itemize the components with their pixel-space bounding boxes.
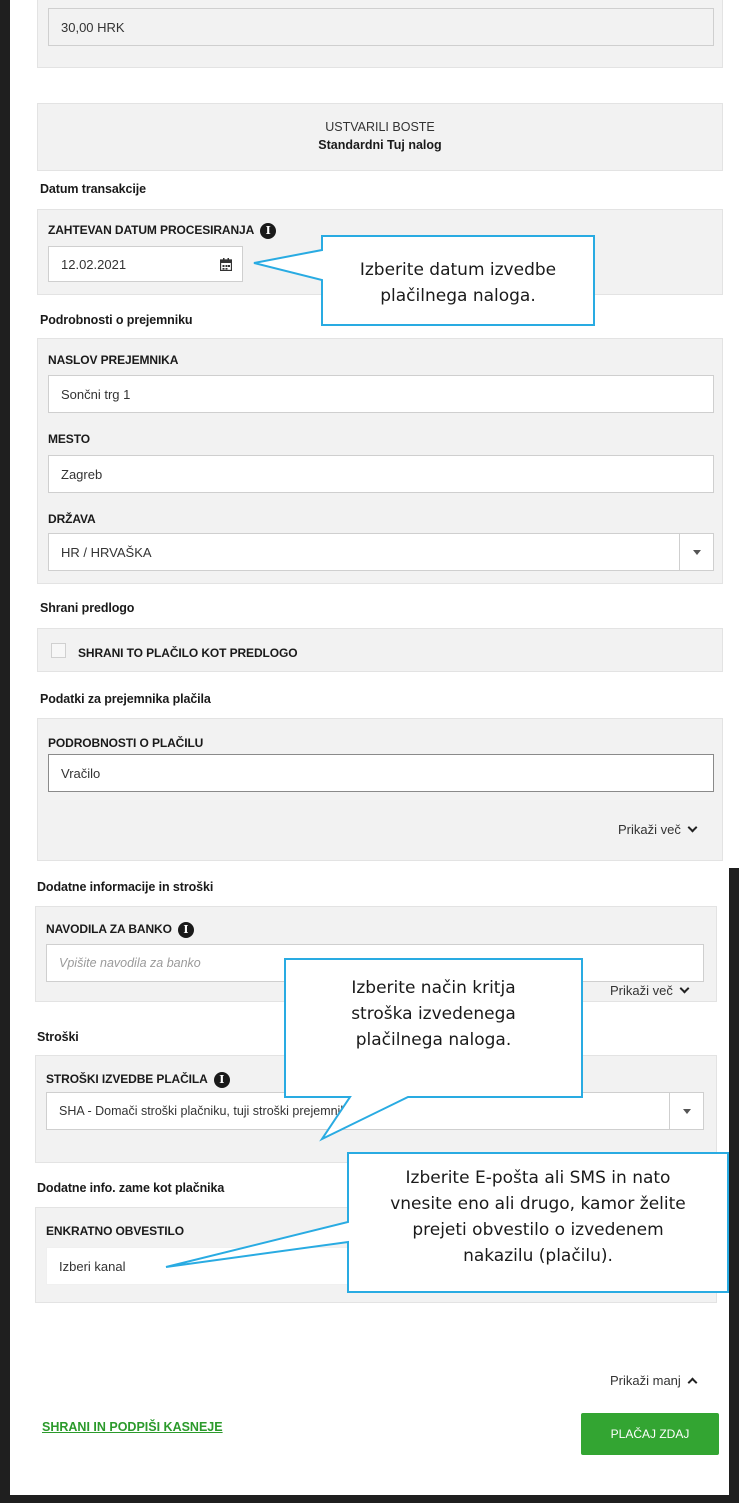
amount-value: 30,00 HRK (61, 19, 125, 35)
transaction-date-heading: Datum transakcije (40, 182, 146, 196)
callout-notify-line2: vnesite eno ali drugo, kamor želite (390, 1194, 686, 1214)
callout-notify-text: Izberite E-pošta ali SMS in nato vnesite… (350, 1165, 726, 1269)
costs-label: STROŠKI IZVEDBE PLAČILA i (46, 1072, 230, 1088)
additional-info-heading: Dodatne informacije in stroški (37, 880, 214, 894)
processing-date-label-text: ZAHTEVAN DATUM PROCESIRANJA (48, 223, 255, 238)
costs-label-text: STROŠKI IZVEDBE PLAČILA (46, 1072, 208, 1087)
recipient-city-label: MESTO (48, 432, 90, 446)
callout-notify-line3: prejeti obvestilo o izvedenem (412, 1220, 664, 1240)
chevron-up-icon (687, 1377, 698, 1387)
pay-now-button[interactable]: PLAČAJ ZDAJ (581, 1413, 719, 1455)
processing-date-input[interactable]: 12.02.2021 (48, 246, 243, 282)
info-icon[interactable]: i (177, 922, 194, 938)
summary-line2: Standardni Tuj nalog (318, 138, 442, 152)
calendar-icon[interactable] (220, 258, 232, 271)
amount-field[interactable]: 30,00 HRK (48, 8, 714, 46)
payee-data-heading: Podatki za prejemnika plačila (40, 692, 211, 706)
callout-costs-line2: stroška izvedenega (351, 1004, 516, 1024)
chevron-down-icon[interactable] (669, 1093, 703, 1129)
chevron-down-icon[interactable] (679, 534, 713, 570)
recipient-address-value: Sončni trg 1 (61, 386, 131, 402)
callout-costs-line3: plačilnega naloga. (355, 1030, 512, 1050)
recipient-city-value: Zagreb (61, 466, 103, 482)
processing-date-label: ZAHTEVAN DATUM PROCESIRANJA i (48, 223, 277, 239)
bank-instructions-placeholder: Vpišite navodila za banko (59, 956, 201, 970)
payment-details-input[interactable]: Vračilo (48, 754, 714, 792)
show-more-link-2[interactable]: Prikaži več (610, 983, 690, 998)
callout-date-line1: Izberite datum izvedbe (359, 260, 557, 280)
show-more-label-2: Prikaži več (610, 983, 673, 998)
chevron-down-icon (687, 822, 698, 833)
callout-notify-line4: nakazilu (plačilu). (463, 1246, 613, 1266)
callout-notify-line1: Izberite E-pošta ali SMS in nato (405, 1168, 671, 1188)
payment-details-label: PODROBNOSTI O PLAČILU (48, 736, 204, 750)
recipient-address-input[interactable]: Sončni trg 1 (48, 375, 714, 413)
bank-instructions-label-text: NAVODILA ZA BANKO (46, 922, 172, 937)
summary-panel (37, 103, 723, 171)
save-template-check[interactable] (51, 643, 66, 658)
recipient-heading: Podrobnosti o prejemniku (40, 313, 193, 327)
costs-heading: Stroški (37, 1030, 79, 1044)
show-less-link[interactable]: Prikaži manj (610, 1373, 698, 1388)
recipient-address-label: NASLOV PREJEMNIKA (48, 353, 179, 367)
callout-costs-text: Izberite način kritja stroška izvedenega… (285, 975, 582, 1053)
processing-date-value: 12.02.2021 (61, 256, 127, 272)
bottom-edge-bar (0, 1495, 739, 1503)
payment-details-value: Vračilo (61, 765, 101, 781)
show-less-label: Prikaži manj (610, 1373, 681, 1388)
template-heading: Shrani predlogo (40, 601, 135, 615)
recipient-country-label: DRŽAVA (48, 512, 96, 526)
info-icon[interactable]: i (213, 1072, 230, 1088)
bank-instructions-label: NAVODILA ZA BANKO i (46, 922, 194, 938)
left-edge-bar-bottom (0, 868, 10, 1503)
recipient-city-input[interactable]: Zagreb (48, 455, 714, 493)
show-more-label: Prikaži več (618, 822, 681, 837)
save-sign-later-link[interactable]: SHRANI IN PODPIŠI KASNEJE (42, 1420, 223, 1434)
recipient-country-select[interactable]: HR / HRVAŠKA (48, 533, 714, 571)
notify-channel-value: Izberi kanal (59, 1258, 126, 1274)
callout-date-text: Izberite datum izvedbe plačilnega naloga… (322, 257, 594, 309)
callout-date-line2: plačilnega naloga. (380, 286, 536, 306)
callout-costs-line1: Izberite način kritja (351, 978, 516, 998)
recipient-country-value: HR / HRVAŠKA (61, 544, 152, 560)
show-more-link[interactable]: Prikaži več (618, 822, 698, 837)
summary-line1: USTVARILI BOSTE (325, 120, 435, 134)
left-edge-bar-top (0, 0, 10, 868)
chevron-down-icon (679, 983, 690, 994)
save-template-label[interactable]: SHRANI TO PLAČILO KOT PREDLOGO (78, 646, 298, 660)
